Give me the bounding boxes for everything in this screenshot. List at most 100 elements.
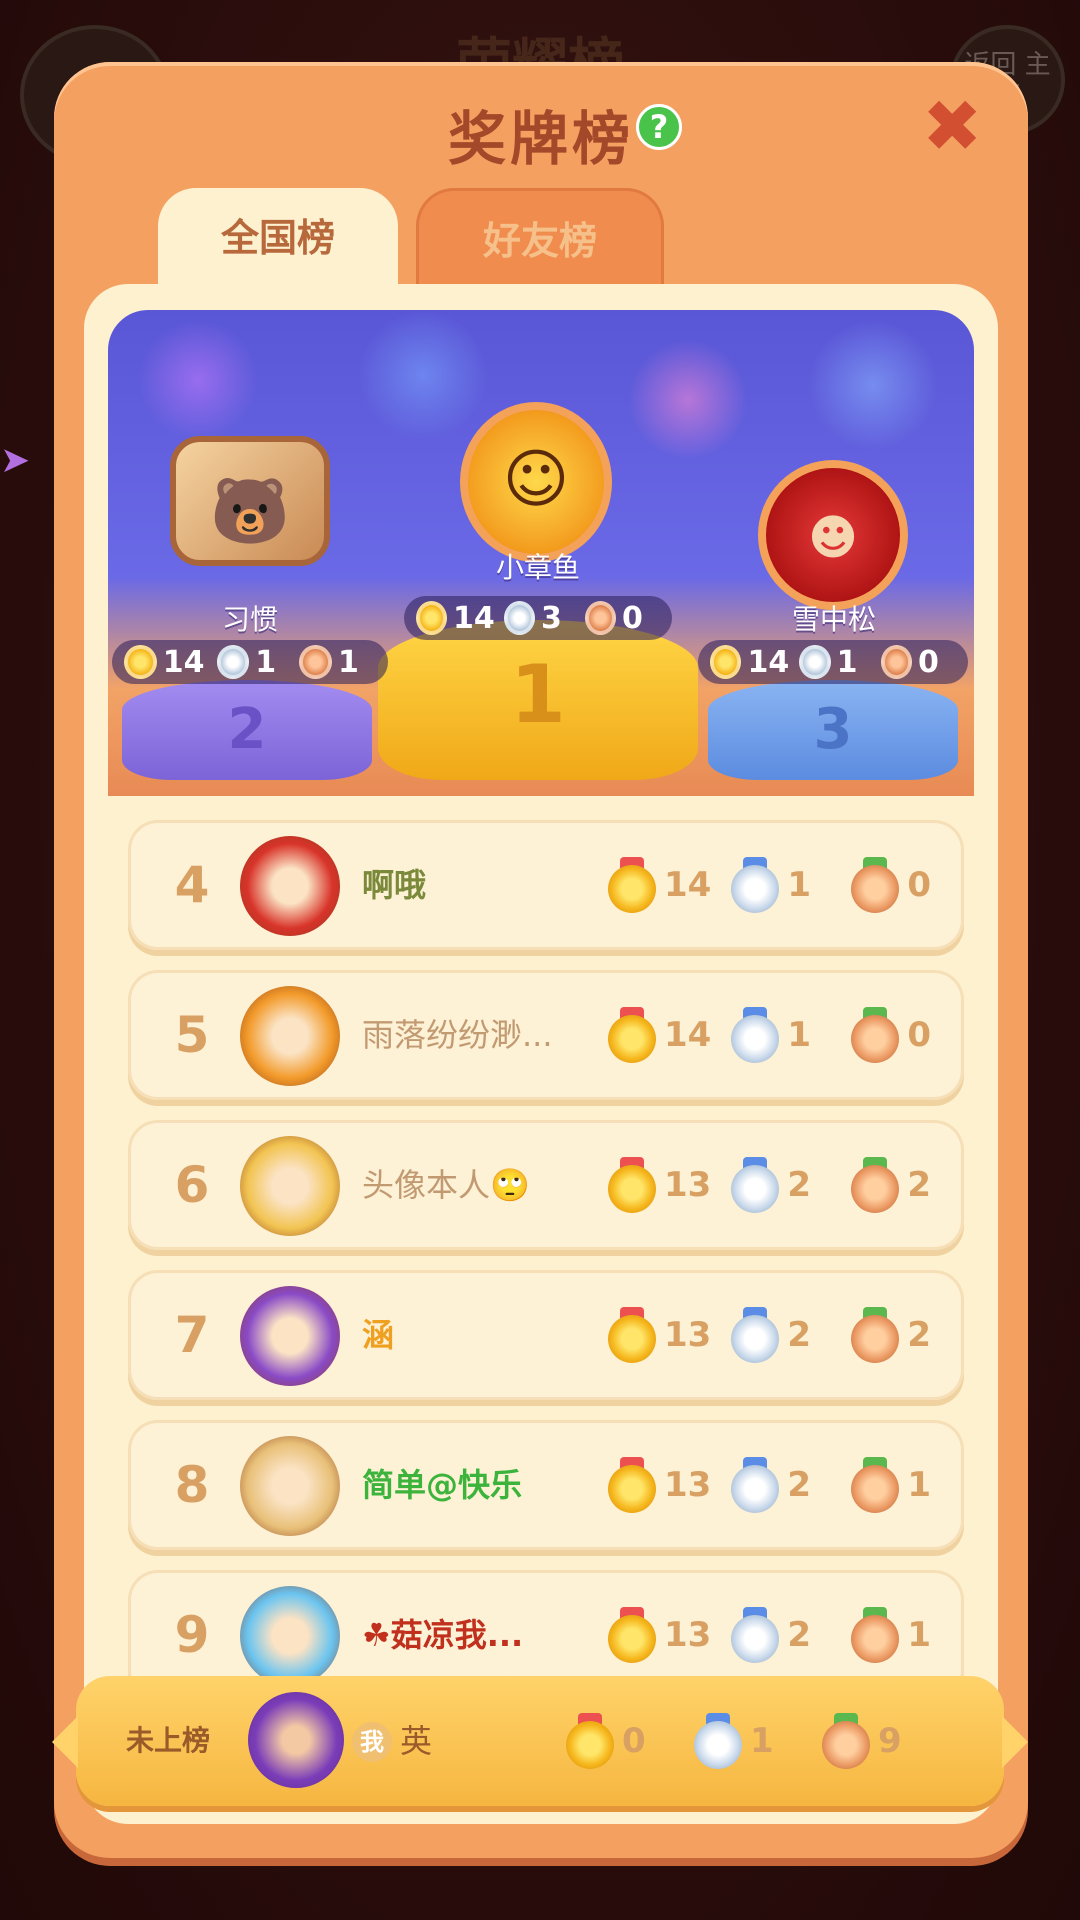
silver-count: 2 [787, 1165, 811, 1205]
medal-leaderboard-modal: 奖牌榜 ? ✖ 全国榜 好友榜 2 1 3 🐻 ☺ ☻ 习惯 小章鱼 雪中松 1… [54, 62, 1028, 1858]
silver-count: 2 [787, 1465, 811, 1505]
player-avatar[interactable] [240, 1586, 340, 1686]
bronze-count: 9 [878, 1721, 902, 1761]
gold-count: 13 [664, 1465, 712, 1505]
rank-number: 6 [174, 1156, 210, 1214]
gold-count: 0 [622, 1721, 646, 1761]
bronze-medal-icon [851, 1607, 900, 1663]
silver-count: 1 [787, 1015, 811, 1055]
leaderboard-panel: 2 1 3 🐻 ☺ ☻ 习惯 小章鱼 雪中松 14 1 1 14 3 0 14 … [84, 284, 998, 1824]
modal-title: 奖牌榜 [447, 105, 634, 173]
bronze-count: 0 [622, 600, 643, 636]
silver-medal-icon [503, 601, 535, 635]
firework-decoration [628, 340, 748, 460]
player-name-first: 小章鱼 [495, 551, 580, 584]
tab-friends[interactable]: 好友榜 [416, 188, 664, 298]
bronze-medal-icon [851, 857, 900, 913]
gold-medal-icon [608, 1157, 656, 1213]
pedestal-third: 3 [708, 680, 958, 780]
my-name: 英 [400, 1722, 433, 1760]
medal-counts: 14 1 0 [608, 970, 951, 1100]
gold-medal-icon [608, 1007, 656, 1063]
gold-count: 13 [664, 1165, 712, 1205]
silver-count: 1 [255, 644, 277, 680]
gold-medal-icon [608, 1457, 656, 1513]
tab-national[interactable]: 全国榜 [158, 188, 398, 298]
player-avatar[interactable] [240, 1436, 340, 1536]
gold-count: 14 [747, 644, 790, 680]
silver-medal-icon [216, 645, 250, 679]
pedestal-first: 1 [378, 620, 698, 780]
gold-medal-icon [416, 601, 448, 635]
medal-counts: 13 2 2 [608, 1270, 951, 1400]
player-avatar[interactable] [240, 836, 340, 936]
player-name: 涵 [362, 1316, 395, 1354]
rank-number: 7 [174, 1306, 210, 1364]
silver-count: 3 [540, 600, 562, 636]
silver-medal-icon [731, 1307, 780, 1363]
my-medal-counts: 0 1 9 [566, 1676, 922, 1806]
my-avatar[interactable] [248, 1692, 344, 1788]
pedestal-second: 2 [122, 680, 372, 780]
silver-medal-icon [731, 1007, 780, 1063]
sunflower-face-icon: ☺ [502, 443, 570, 517]
help-icon[interactable]: ? [636, 104, 682, 150]
medal-counts-third: 14 1 0 [698, 640, 968, 684]
my-ranking-bar: 未上榜 我 英 0 1 9 [52, 1676, 1028, 1806]
bronze-medal-icon [851, 1307, 900, 1363]
player-name: 头像本人🙄 [362, 1166, 530, 1204]
silver-count: 1 [836, 644, 858, 680]
medal-counts-first: 14 3 0 [404, 596, 672, 640]
player-name: 雨落纷纷渺... [362, 1016, 553, 1054]
ranking-row[interactable]: 6 头像本人🙄 13 2 2 [128, 1120, 964, 1250]
player-avatar[interactable] [240, 1136, 340, 1236]
bronze-medal-icon [851, 1007, 900, 1063]
avatar-second[interactable]: 🐻 [170, 436, 330, 566]
rank-number: 8 [174, 1456, 210, 1514]
gold-count: 14 [664, 865, 712, 905]
ranking-row[interactable]: 5 雨落纷纷渺... 14 1 0 [128, 970, 964, 1100]
ribbon-right-decoration [1002, 1716, 1028, 1768]
rank-number: 4 [174, 856, 210, 914]
gold-medal-icon [566, 1713, 614, 1769]
avatar-third[interactable]: ☻ [758, 460, 908, 610]
ranking-row[interactable]: 4 啊哦 14 1 0 [128, 820, 964, 950]
portrait-icon: ☻ [807, 510, 859, 566]
gold-count: 13 [664, 1615, 712, 1655]
bronze-medal-icon [299, 645, 332, 679]
silver-count: 2 [787, 1315, 811, 1355]
bronze-count: 1 [907, 1615, 931, 1655]
player-name: 简单@快乐 [362, 1466, 523, 1504]
player-avatar[interactable] [240, 1286, 340, 1386]
gold-medal-icon [608, 1607, 656, 1663]
gold-count: 14 [162, 644, 205, 680]
bronze-medal-icon [584, 601, 616, 635]
silver-medal-icon [731, 1157, 780, 1213]
avatar-first[interactable]: ☺ [460, 402, 612, 562]
bronze-medal-icon [822, 1713, 870, 1769]
silver-medal-icon [799, 645, 831, 679]
silver-count: 1 [750, 1721, 774, 1761]
ranking-row[interactable]: 8 简单@快乐 13 2 1 [128, 1420, 964, 1550]
bronze-count: 1 [338, 644, 359, 680]
gold-medal-icon [710, 645, 742, 679]
bronze-count: 0 [907, 865, 931, 905]
bronze-count: 2 [907, 1165, 931, 1205]
bronze-count: 0 [907, 1015, 931, 1055]
bronze-count: 2 [907, 1315, 931, 1355]
silver-medal-icon [731, 1607, 780, 1663]
close-icon[interactable]: ✖ [922, 90, 982, 162]
ranking-row[interactable]: 7 涵 13 2 2 [128, 1270, 964, 1400]
bronze-count: 0 [918, 644, 939, 680]
bronze-medal-icon [880, 645, 913, 679]
gold-count: 13 [664, 1315, 712, 1355]
bear-icon: 🐻 [210, 475, 290, 549]
gold-count: 14 [453, 600, 495, 636]
silver-medal-icon [731, 1457, 780, 1513]
silver-medal-icon [731, 857, 780, 913]
bronze-count: 1 [907, 1465, 931, 1505]
silver-medal-icon [694, 1713, 742, 1769]
silver-count: 2 [787, 1615, 811, 1655]
medal-counts: 13 2 1 [608, 1420, 951, 1550]
player-avatar[interactable] [240, 986, 340, 1086]
